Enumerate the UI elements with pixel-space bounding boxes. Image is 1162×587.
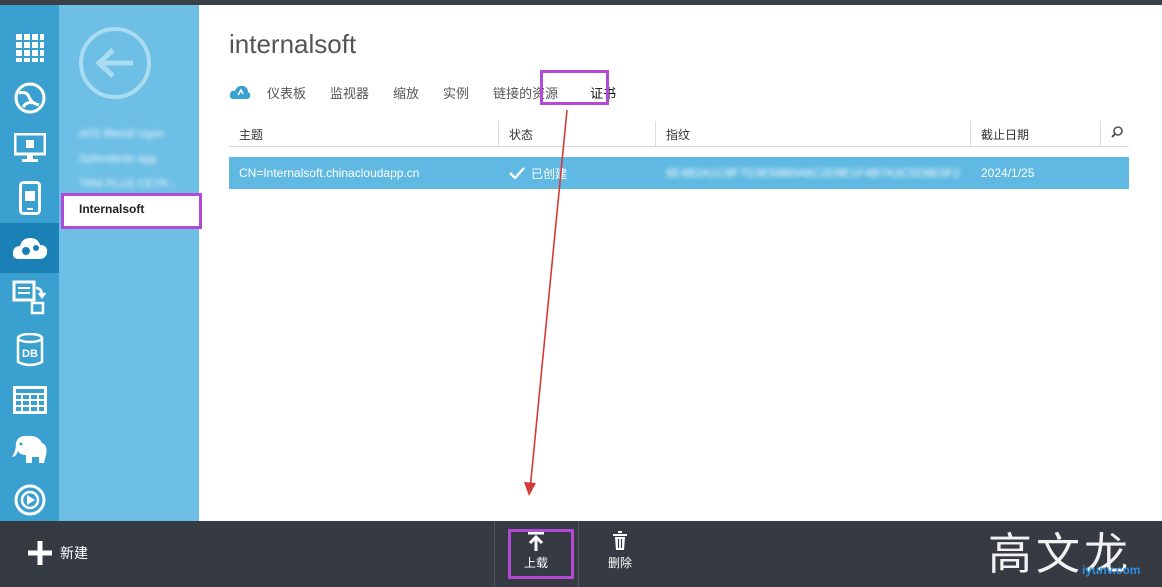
watermark-site: iyunv.com <box>1082 563 1141 577</box>
annotation-arrow <box>524 109 568 496</box>
